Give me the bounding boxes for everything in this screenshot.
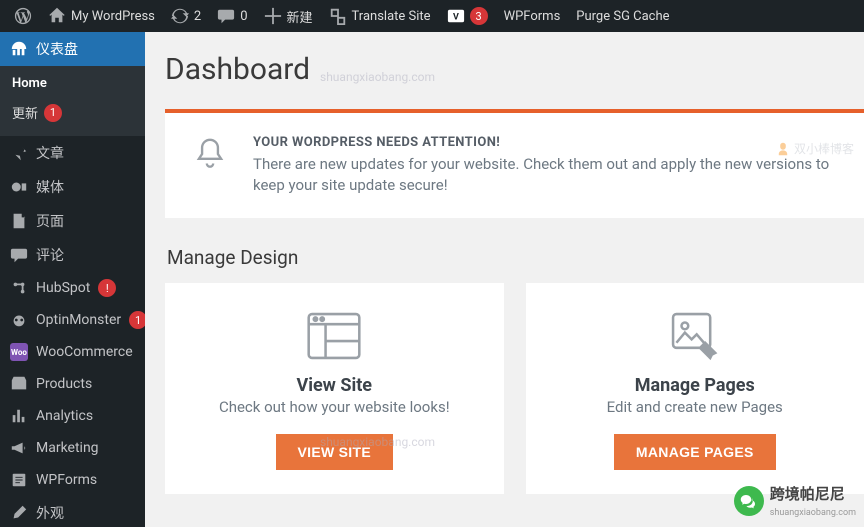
content-area: Dashboard YOUR WORDPRESS NEEDS ATTENTION… (145, 32, 864, 527)
sidebar-item-dashboard[interactable]: 仪表盘 (0, 32, 145, 66)
sidebar-item-posts[interactable]: 文章 (0, 136, 145, 170)
optinmonster-badge: 1 (129, 311, 145, 329)
sidebar-item-pages[interactable]: 页面 (0, 204, 145, 238)
vd-badge: 3 (470, 7, 488, 25)
sidebar-item-updates[interactable]: 更新1 (0, 97, 145, 128)
cards-row: View Site Check out how your website loo… (165, 283, 864, 494)
sidebar-item-products[interactable]: Products (0, 368, 145, 400)
admin-bar: My WordPress 2 0 新建 Translate Site V3 WP… (0, 0, 864, 32)
dashboard-submenu: Home 更新1 (0, 66, 145, 136)
sidebar-item-appearance[interactable]: 外观 (0, 496, 145, 527)
dashboard-icon (10, 40, 28, 58)
refresh-icon (171, 7, 189, 25)
page-title: Dashboard (165, 52, 864, 87)
svg-text:V: V (453, 13, 459, 23)
wpforms-label: WPForms (504, 9, 561, 24)
comment-icon (217, 7, 235, 25)
view-site-card: View Site Check out how your website loo… (165, 283, 504, 494)
image-cursor-icon (668, 311, 722, 361)
new-label: 新建 (287, 7, 313, 26)
view-site-title: View Site (296, 375, 372, 396)
purge-label: Purge SG Cache (576, 9, 669, 24)
analytics-icon (10, 407, 28, 425)
pin-icon (10, 144, 28, 162)
sidebar-item-home[interactable]: Home (0, 70, 145, 97)
manage-pages-card: Manage Pages Edit and create new Pages M… (526, 283, 864, 494)
hubspot-badge: ! (98, 279, 116, 297)
sidebar-item-comments[interactable]: 评论 (0, 238, 145, 272)
home-icon (48, 7, 66, 25)
notice-title: YOUR WORDPRESS NEEDS ATTENTION! (253, 135, 838, 150)
comments-icon (10, 246, 28, 264)
manage-pages-title: Manage Pages (635, 375, 755, 396)
wpforms-link[interactable]: WPForms (496, 0, 569, 32)
attention-notice: YOUR WORDPRESS NEEDS ATTENTION! There ar… (165, 109, 864, 218)
manage-design-heading: Manage Design (167, 246, 864, 269)
plus-icon (264, 7, 282, 25)
media-icon (10, 178, 28, 196)
comments[interactable]: 0 (209, 0, 255, 32)
visual-diff[interactable]: V3 (439, 0, 496, 32)
manage-pages-desc: Edit and create new Pages (607, 398, 783, 416)
wordpress-icon (14, 7, 32, 25)
updates-count: 2 (194, 9, 201, 24)
sidebar-item-analytics[interactable]: Analytics (0, 400, 145, 432)
sidebar-item-hubspot[interactable]: HubSpot! (0, 272, 145, 304)
hubspot-icon (10, 279, 28, 297)
bell-icon (191, 135, 231, 175)
view-site-button[interactable]: VIEW SITE (276, 434, 394, 470)
updates-badge: 1 (44, 104, 62, 122)
notice-body: There are new updates for your website. … (253, 154, 838, 196)
brush-icon (10, 504, 28, 522)
site-name-label: My WordPress (71, 9, 155, 24)
products-icon (10, 375, 28, 393)
sidebar-item-marketing[interactable]: Marketing (0, 432, 145, 464)
translate-site[interactable]: Translate Site (321, 0, 439, 32)
dashboard-label: 仪表盘 (36, 39, 78, 59)
layout-icon (307, 311, 361, 361)
admin-sidebar: 仪表盘 Home 更新1 文章 媒体 页面 评论 HubSpot! OptinM… (0, 32, 145, 527)
sidebar-item-wpforms[interactable]: WPForms (0, 464, 145, 496)
translate-icon (329, 7, 347, 25)
form-icon (10, 471, 28, 489)
sidebar-item-woocommerce[interactable]: WooWooCommerce (0, 336, 145, 368)
site-name[interactable]: My WordPress (40, 0, 163, 32)
sidebar-item-media[interactable]: 媒体 (0, 170, 145, 204)
comments-count: 0 (240, 9, 247, 24)
view-site-desc: Check out how your website looks! (219, 398, 450, 416)
manage-pages-button[interactable]: MANAGE PAGES (614, 434, 776, 470)
sidebar-item-optinmonster[interactable]: OptinMonster1 (0, 304, 145, 336)
new-content[interactable]: 新建 (256, 0, 321, 32)
translate-label: Translate Site (352, 9, 431, 24)
woo-icon: Woo (10, 343, 28, 361)
updates[interactable]: 2 (163, 0, 209, 32)
purge-cache[interactable]: Purge SG Cache (568, 0, 677, 32)
page-icon (10, 212, 28, 230)
megaphone-icon (10, 439, 28, 457)
wp-logo[interactable] (6, 0, 40, 32)
optinmonster-icon (10, 311, 28, 329)
vd-icon: V (447, 7, 465, 25)
